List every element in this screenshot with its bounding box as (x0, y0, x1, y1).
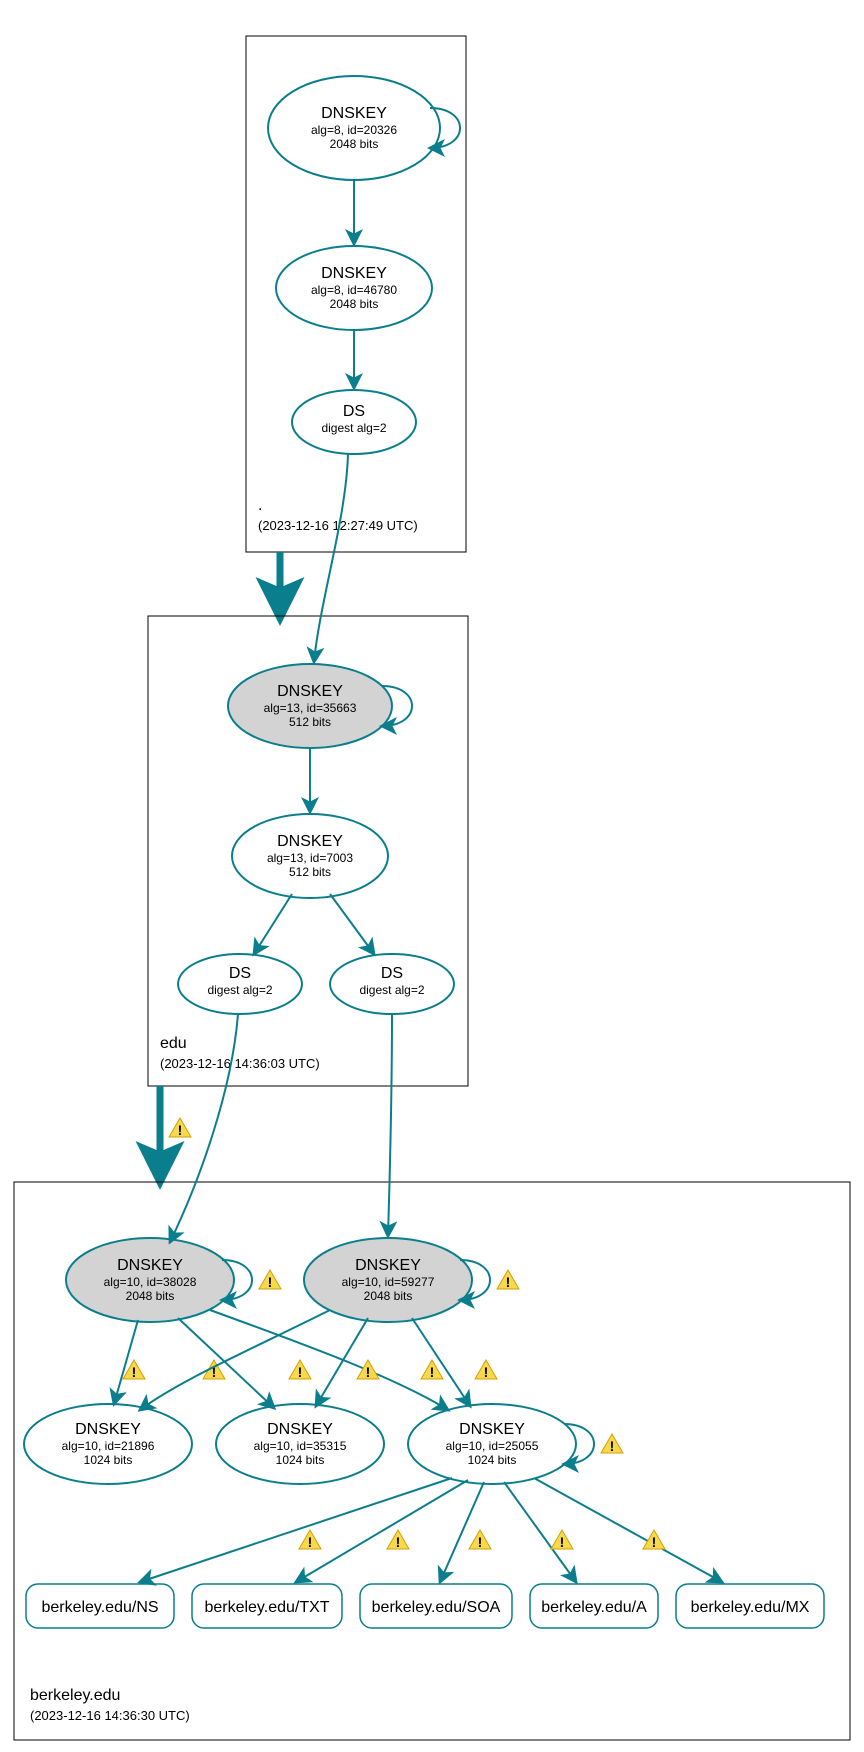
warn-icon (387, 1530, 409, 1550)
svg-text:DNSKEY: DNSKEY (277, 683, 343, 700)
svg-text:1024 bits: 1024 bits (276, 1453, 325, 1467)
edu-ds1-node: DS digest alg=2 (178, 954, 302, 1014)
rrset-a: berkeley.edu/A (530, 1584, 658, 1628)
berkeley-ksk1-node: DNSKEY alg=10, id=38028 2048 bits (66, 1238, 234, 1322)
svg-text:2048 bits: 2048 bits (364, 1289, 413, 1303)
svg-text:2048 bits: 2048 bits (330, 137, 379, 151)
zone-root-name: . (258, 497, 262, 514)
svg-text:berkeley.edu/SOA: berkeley.edu/SOA (372, 1599, 501, 1616)
berkeley-zsk2-node: DNSKEY alg=10, id=35315 1024 bits (216, 1404, 384, 1484)
warn-icon (421, 1360, 443, 1380)
svg-text:DNSKEY: DNSKEY (355, 1257, 421, 1274)
svg-text:berkeley.edu/NS: berkeley.edu/NS (41, 1599, 158, 1616)
svg-text:DNSKEY: DNSKEY (117, 1257, 183, 1274)
svg-text:digest alg=2: digest alg=2 (207, 983, 272, 997)
berkeley-zsk1-node: DNSKEY alg=10, id=21896 1024 bits (24, 1404, 192, 1484)
edu-zsk-to-ds2-edge (330, 894, 374, 954)
warn-icon (357, 1360, 379, 1380)
svg-text:DS: DS (343, 403, 365, 420)
edu-ksk-node: DNSKEY alg=13, id=35663 512 bits (228, 664, 392, 748)
zone-edu-timestamp: (2023-12-16 14:36:03 UTC) (160, 1056, 320, 1071)
svg-text:alg=8, id=46780: alg=8, id=46780 (311, 283, 397, 297)
edu-ds2-node: DS digest alg=2 (330, 954, 454, 1014)
root-ds-node: DS digest alg=2 (292, 390, 416, 454)
svg-text:2048 bits: 2048 bits (330, 297, 379, 311)
dnssec-graph: ! . (2023-12-16 12:27:49 UTC) DNSKEY alg… (0, 0, 864, 1752)
edu-ds2-to-berkeley-ksk2-edge (388, 1014, 392, 1236)
berkeley-zsk3-node: DNSKEY alg=10, id=25055 1024 bits (408, 1404, 576, 1484)
svg-text:alg=8, id=20326: alg=8, id=20326 (311, 123, 397, 137)
warn-icon (601, 1434, 623, 1454)
edu-zsk-node: DNSKEY alg=13, id=7003 512 bits (232, 814, 388, 898)
svg-text:alg=10, id=25055: alg=10, id=25055 (446, 1439, 539, 1453)
warn-icon (497, 1270, 519, 1290)
svg-text:alg=13, id=35663: alg=13, id=35663 (264, 701, 357, 715)
zsk3-to-soa-edge (440, 1482, 484, 1582)
zsk3-to-ns-edge (140, 1478, 452, 1582)
root-ds-to-edu-ksk-edge (314, 454, 348, 662)
root-zsk-node: DNSKEY alg=8, id=46780 2048 bits (276, 246, 432, 330)
rrset-soa: berkeley.edu/SOA (360, 1584, 512, 1628)
warn-icon (259, 1270, 281, 1290)
warn-icon (289, 1360, 311, 1380)
svg-text:DNSKEY: DNSKEY (321, 105, 387, 122)
ksk2-to-zsk1-edge (140, 1310, 330, 1410)
svg-text:DS: DS (229, 965, 251, 982)
edu-zsk-to-ds1-edge (254, 894, 292, 954)
svg-text:1024 bits: 1024 bits (84, 1453, 133, 1467)
zone-edu-name: edu (160, 1035, 187, 1052)
svg-text:berkeley.edu/A: berkeley.edu/A (541, 1599, 647, 1616)
warn-icon (169, 1118, 191, 1138)
svg-text:berkeley.edu/MX: berkeley.edu/MX (691, 1599, 810, 1616)
zone-berkeley-name: berkeley.edu (30, 1687, 120, 1704)
svg-text:DNSKEY: DNSKEY (277, 833, 343, 850)
zsk3-to-txt-edge (296, 1480, 468, 1582)
svg-text:berkeley.edu/TXT: berkeley.edu/TXT (204, 1599, 329, 1616)
svg-text:alg=10, id=35315: alg=10, id=35315 (254, 1439, 347, 1453)
warn-icon (469, 1530, 491, 1550)
ksk2-to-zsk3-edge (412, 1318, 470, 1406)
svg-text:DNSKEY: DNSKEY (267, 1421, 333, 1438)
rrset-mx: berkeley.edu/MX (676, 1584, 824, 1628)
svg-text:digest alg=2: digest alg=2 (321, 421, 386, 435)
svg-text:1024 bits: 1024 bits (468, 1453, 517, 1467)
svg-text:2048 bits: 2048 bits (126, 1289, 175, 1303)
warn-icon (475, 1360, 497, 1380)
svg-text:DS: DS (381, 965, 403, 982)
rrset-ns: berkeley.edu/NS (26, 1584, 174, 1628)
svg-text:512 bits: 512 bits (289, 715, 331, 729)
ksk1-to-zsk2-edge (178, 1318, 274, 1408)
svg-text:DNSKEY: DNSKEY (75, 1421, 141, 1438)
svg-text:alg=10, id=21896: alg=10, id=21896 (62, 1439, 155, 1453)
ksk1-to-zsk3-edge (210, 1310, 448, 1410)
zsk3-to-a-edge (504, 1482, 576, 1582)
svg-text:alg=10, id=59277: alg=10, id=59277 (342, 1275, 435, 1289)
zone-berkeley-timestamp: (2023-12-16 14:36:30 UTC) (30, 1708, 190, 1723)
ksk2-to-zsk2-edge (316, 1318, 368, 1406)
root-ksk-node: DNSKEY alg=8, id=20326 2048 bits (268, 76, 440, 180)
svg-text:alg=10, id=38028: alg=10, id=38028 (104, 1275, 197, 1289)
svg-text:512 bits: 512 bits (289, 865, 331, 879)
svg-text:alg=13, id=7003: alg=13, id=7003 (267, 851, 353, 865)
warn-icon (551, 1530, 573, 1550)
svg-text:digest alg=2: digest alg=2 (359, 983, 424, 997)
svg-text:DNSKEY: DNSKEY (321, 265, 387, 282)
svg-text:DNSKEY: DNSKEY (459, 1421, 525, 1438)
warn-icon (299, 1530, 321, 1550)
rrset-txt: berkeley.edu/TXT (192, 1584, 342, 1628)
